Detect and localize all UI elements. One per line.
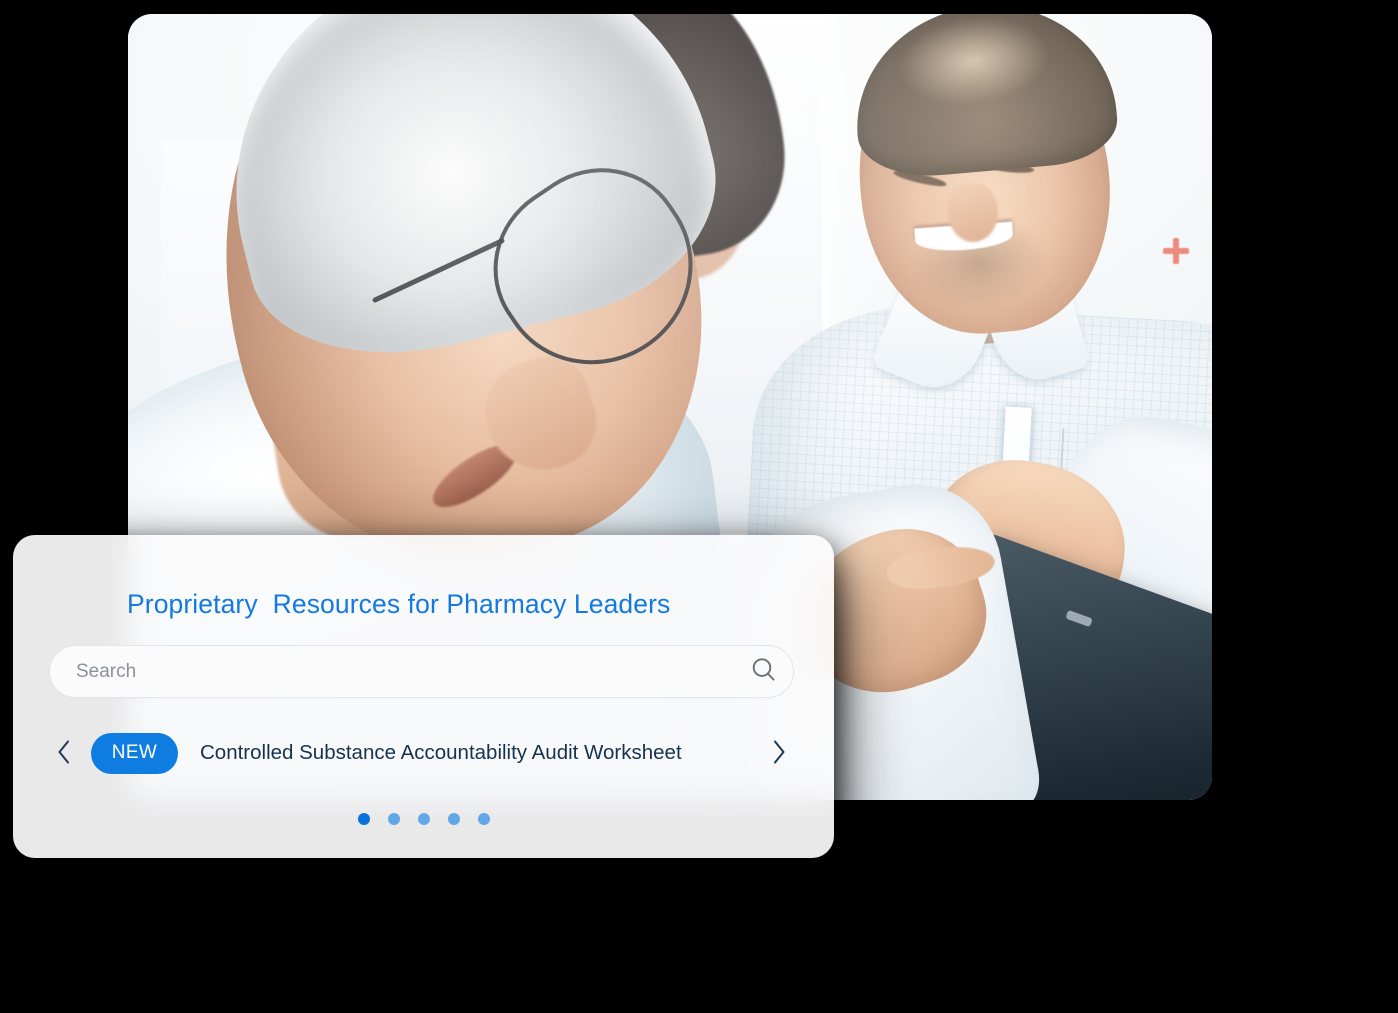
carousel-prev-button[interactable] <box>49 731 79 775</box>
search-input[interactable] <box>50 660 735 683</box>
carousel-dot-5[interactable] <box>477 813 490 825</box>
carousel-dot-3[interactable] <box>417 813 430 825</box>
search-bar[interactable] <box>49 645 794 698</box>
new-badge-label: NEW <box>111 742 158 763</box>
resources-panel: Proprietary Resources for Pharmacy Leade… <box>13 535 834 858</box>
search-icon <box>749 655 779 688</box>
carousel-pagination <box>13 813 834 825</box>
search-button[interactable] <box>735 645 793 698</box>
page-title: Proprietary Resources for Pharmacy Leade… <box>127 589 671 619</box>
new-badge: NEW <box>91 732 178 774</box>
carousel-dot-1[interactable] <box>357 813 370 825</box>
carousel-item-title[interactable]: Controlled Substance Accountability Audi… <box>200 741 748 765</box>
resource-carousel: NEW Controlled Substance Accountability … <box>49 729 794 777</box>
chevron-left-icon <box>56 739 72 768</box>
carousel-dot-2[interactable] <box>387 813 400 825</box>
page-stage: Proprietary Resources for Pharmacy Leade… <box>0 0 1398 1013</box>
carousel-dot-4[interactable] <box>447 813 460 825</box>
chevron-right-icon <box>771 739 787 768</box>
medical-cross-icon <box>1163 238 1190 264</box>
carousel-next-button[interactable] <box>764 731 794 775</box>
